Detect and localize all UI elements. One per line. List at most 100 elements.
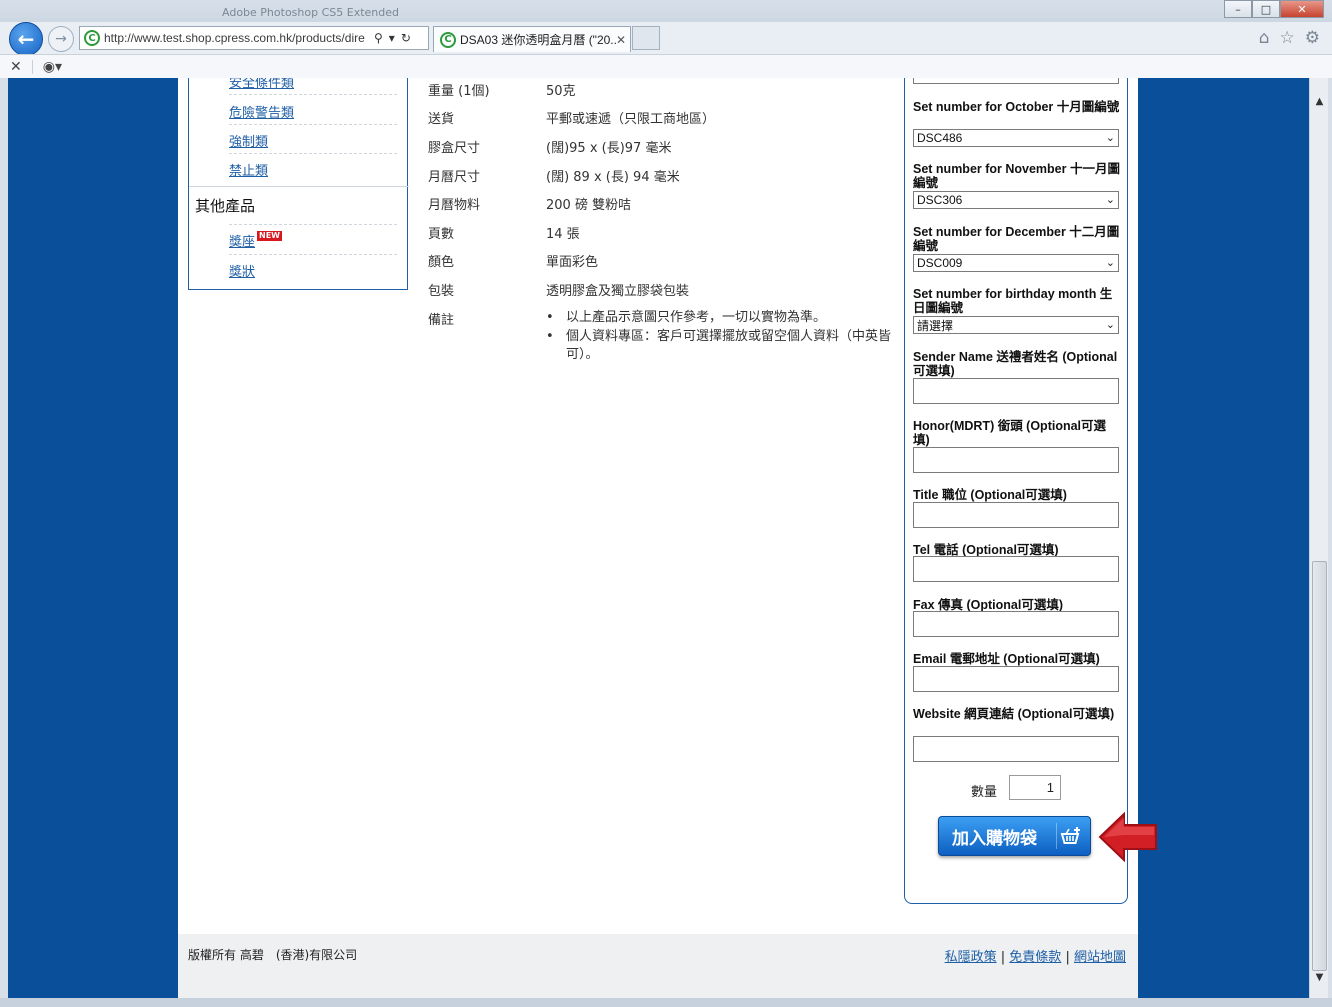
site-favicon-icon: C [84, 30, 100, 46]
minimize-icon[interactable]: – [1224, 0, 1252, 18]
forward-arrow-icon: → [55, 31, 67, 47]
spec-label: 包裝 [428, 284, 455, 299]
scroll-up-icon[interactable]: ▲ [1310, 92, 1329, 110]
close-tab-icon[interactable]: ✕ [616, 33, 630, 47]
notes-list: 以上產品示意圖只作參考，一切以實物為準。 個人資料專區：客戶可選擇擺放或留空個人… [546, 309, 896, 365]
compatibility-view-icon[interactable]: ◉▾ [43, 59, 62, 75]
sidebar-link-mandatory[interactable]: 強制類 [229, 131, 268, 150]
add-to-cart-label: 加入購物袋 [952, 828, 1037, 849]
sidebar-heading-other-products: 其他產品 [195, 197, 256, 215]
chevron-down-icon: ⌄ [1105, 257, 1115, 269]
copyright-text: 版權所有 高碧 (香港)有限公司 [188, 948, 358, 962]
spec-label: 顏色 [428, 255, 455, 270]
add-to-cart-button[interactable]: 加入購物袋 [938, 816, 1091, 856]
december-set-label: Set number for December 十二月圖編號 [913, 225, 1120, 253]
back-button[interactable]: ← [9, 22, 43, 56]
tel-input[interactable] [913, 556, 1119, 582]
honor-label: Honor(MDRT) 銜頭 (Optional可選填) [913, 419, 1107, 447]
spec-label: 重量 (1個) [428, 84, 490, 99]
close-window-icon[interactable]: ✕ [1280, 0, 1324, 18]
sidebar-section-divider [189, 186, 409, 187]
sidebar-link-safety[interactable]: 安全條件類 [229, 78, 294, 91]
fax-label: Fax 傳真 (Optional可選填) [913, 598, 1064, 612]
quantity-label: 數量 [971, 785, 998, 800]
email-label: Email 電郵地址 (Optional可選填) [913, 652, 1100, 666]
tab-title: DSA03 迷你透明盒月曆 ("20... [460, 33, 616, 47]
spec-value: 200 磅 雙粉咭 [546, 198, 632, 213]
back-arrow-icon: ← [17, 27, 35, 51]
september-set-select[interactable]: ⌄ [913, 78, 1119, 84]
order-form-panel: ⌄ Set number for October 十月圖編號 DSC486 ⌄ S… [904, 78, 1157, 904]
quantity-input[interactable] [1009, 775, 1061, 800]
fax-input[interactable] [913, 611, 1119, 637]
sender-name-input[interactable] [913, 378, 1119, 404]
window-controls: – □ ✕ [1224, 0, 1324, 18]
red-arrow-icon [1098, 811, 1157, 863]
close-bar-icon[interactable]: ✕ [10, 59, 22, 75]
sidebar-link-trophy-label: 獎座 [229, 235, 256, 250]
birthday-set-select[interactable]: 請選擇 ⌄ [913, 316, 1119, 334]
email-input[interactable] [913, 666, 1119, 692]
browser-chrome: Adobe Photoshop CS5 Extended – □ ✕ ← → C… [0, 0, 1332, 78]
october-set-value: DSC486 [917, 131, 963, 145]
sidebar-link-certificate[interactable]: 獎狀 [229, 261, 255, 280]
refresh-icon[interactable]: ↻ [401, 31, 411, 45]
page-viewport: 安全條件類 危險警告類 強制類 禁止類 其他產品 獎座 NEW 獎狀 重量 (1個… [8, 78, 1309, 998]
vertical-scrollbar[interactable]: ▲ ▼ [1309, 78, 1328, 998]
address-bar[interactable]: C http://www.test.shop.cpress.com.hk/pro… [79, 26, 429, 50]
footer-link-privacy[interactable]: 私隱政策 [945, 950, 997, 965]
sidebar-link-trophy[interactable]: 獎座 NEW [229, 231, 282, 250]
spec-value: 50克 [546, 84, 576, 99]
sidebar-divider [229, 94, 397, 95]
spec-value: 透明膠盒及獨立膠袋包裝 [546, 284, 690, 299]
sidebar-link-prohibition[interactable]: 禁止類 [229, 160, 268, 179]
scrollbar-thumb[interactable] [1312, 561, 1327, 971]
dropdown-icon[interactable]: ▾ [389, 31, 395, 45]
address-tools: ⚲ ▾ ↻ [374, 31, 428, 45]
new-tab-button[interactable] [632, 26, 660, 50]
title-input[interactable] [913, 502, 1119, 528]
birthday-set-value: 請選擇 [917, 318, 954, 333]
chevron-down-icon: ⌄ [1105, 132, 1115, 144]
footer-link-sitemap[interactable]: 網站地圖 [1074, 950, 1126, 965]
command-bar: ✕ ◉▾ [0, 54, 1332, 78]
november-set-value: DSC306 [917, 193, 963, 207]
footer-link-separator: | [1065, 950, 1070, 965]
note-item: 個人資料專區：客戶可選擇擺放或留空個人資料（中英皆可）。 [546, 328, 896, 364]
december-set-select[interactable]: DSC009 ⌄ [913, 254, 1119, 272]
browser-tab-active[interactable]: C DSA03 迷你透明盒月曆 ("20... ✕ [433, 26, 631, 52]
spec-label: 月曆物料 [428, 198, 481, 213]
new-badge: NEW [257, 231, 282, 241]
search-icon[interactable]: ⚲ [374, 31, 383, 45]
page-content: 安全條件類 危險警告類 強制類 禁止類 其他產品 獎座 NEW 獎狀 重量 (1個… [178, 78, 1157, 998]
home-icon[interactable]: ⌂ [1259, 28, 1270, 48]
sidebar-link-danger[interactable]: 危險警告類 [229, 102, 294, 121]
scroll-down-icon[interactable]: ▼ [1310, 968, 1329, 986]
honor-input[interactable] [913, 447, 1119, 473]
october-set-select[interactable]: DSC486 ⌄ [913, 129, 1119, 147]
category-sidebar: 安全條件類 危險警告類 強制類 禁止類 其他產品 獎座 NEW 獎狀 [188, 78, 409, 290]
address-url[interactable]: http://www.test.shop.cpress.com.hk/produ… [104, 31, 374, 45]
page-footer: 版權所有 高碧 (香港)有限公司 私隱政策 | 免責條款 | 網站地圖 [178, 934, 1138, 998]
sidebar-divider [229, 153, 397, 154]
spec-value: 單面彩色 [546, 255, 599, 270]
settings-gear-icon[interactable]: ⚙ [1305, 28, 1320, 48]
spec-value: 平郵或速遞（只限工商地區） [546, 112, 716, 127]
sender-name-label: Sender Name 送禮者姓名 (Optional可選填) [913, 350, 1118, 378]
october-set-label: Set number for October 十月圖編號 [913, 100, 1120, 114]
favorites-star-icon[interactable]: ☆ [1280, 28, 1295, 48]
spec-label: 頁數 [428, 227, 455, 242]
spec-value: 14 張 [546, 227, 580, 242]
spec-label: 膠盒尺寸 [428, 141, 481, 156]
forward-button[interactable]: → [48, 26, 74, 52]
maximize-icon[interactable]: □ [1252, 0, 1280, 18]
november-set-select[interactable]: DSC306 ⌄ [913, 191, 1119, 209]
birthday-set-label: Set number for birthday month 生日圖編號 [913, 287, 1113, 315]
chevron-down-icon: ⌄ [1105, 319, 1115, 331]
footer-link-disclaimer[interactable]: 免責條款 [1009, 950, 1061, 965]
spec-label-notes: 備註 [428, 313, 455, 328]
shopping-basket-icon [1056, 823, 1084, 849]
tel-label: Tel 電話 (Optional可選填) [913, 543, 1059, 557]
website-input[interactable] [913, 736, 1119, 762]
chevron-down-icon: ⌄ [1105, 194, 1115, 206]
